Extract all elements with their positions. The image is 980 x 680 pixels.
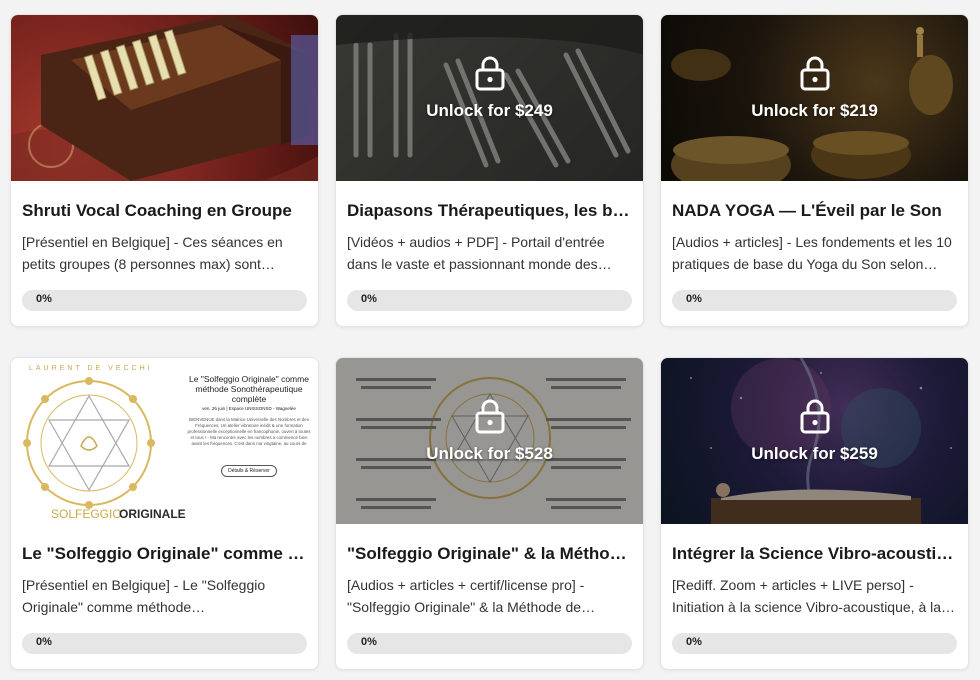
course-title[interactable]: Le "Solfeggio Originale" comme méthode bbox=[22, 543, 307, 565]
progress-label: 0% bbox=[361, 293, 377, 305]
course-card[interactable]: Unlock for $249 Diapasons Thérapeutiques… bbox=[335, 14, 644, 327]
harmonium-image bbox=[11, 15, 318, 181]
padlock-icon bbox=[475, 55, 505, 91]
unlock-price[interactable]: Unlock for $528 bbox=[426, 444, 553, 464]
flyer-logo-top: SOLFEGGIO bbox=[51, 507, 122, 521]
progress-label: 0% bbox=[36, 293, 52, 305]
lock-overlay[interactable]: Unlock for $528 bbox=[336, 398, 643, 464]
flyer-heading: Le "Solfeggio Originale" comme méthode S… bbox=[189, 374, 309, 404]
course-thumbnail: Unlock for $249 bbox=[336, 15, 643, 181]
progress-bar: 0% bbox=[22, 290, 307, 311]
course-title[interactable]: Diapasons Thérapeutiques, les bases bbox=[347, 200, 632, 222]
course-title[interactable]: Shruti Vocal Coaching en Groupe bbox=[22, 200, 307, 222]
course-description: [Présentiel en Belgique] - Ces séances e… bbox=[22, 234, 283, 272]
progress-bar: 0% bbox=[347, 290, 632, 311]
progress-label: 0% bbox=[361, 636, 377, 648]
course-card[interactable]: Unlock for $259 Intégrer la Science Vibr… bbox=[660, 357, 969, 670]
progress-bar: 0% bbox=[347, 633, 632, 654]
course-title[interactable]: Intégrer la Science Vibro-acoustique bbox=[672, 543, 957, 565]
padlock-icon bbox=[475, 398, 505, 434]
course-card[interactable]: Unlock for $528 "Solfeggio Originale" & … bbox=[335, 357, 644, 670]
progress-label: 0% bbox=[686, 636, 702, 648]
course-card[interactable]: LAURENT DE VECCHI SOLFEGGIO ORIGINALE Le… bbox=[10, 357, 319, 670]
lock-overlay[interactable]: Unlock for $249 bbox=[336, 55, 643, 121]
padlock-icon bbox=[800, 398, 830, 434]
flyer-author: LAURENT DE VECCHI bbox=[29, 365, 153, 372]
course-title[interactable]: "Solfeggio Originale" & la Méthode de ca… bbox=[347, 543, 632, 565]
flyer-body: BIENVENUE dans la Matrice Universelle de… bbox=[187, 417, 311, 446]
progress-bar: 0% bbox=[672, 290, 957, 311]
course-description: [Rediff. Zoom + articles + LIVE perso] -… bbox=[672, 577, 956, 615]
course-grid: Shruti Vocal Coaching en Groupe [Présent… bbox=[10, 14, 969, 670]
course-description: [Audios + articles] - Les fondements et … bbox=[672, 234, 952, 272]
flyer-logo-bottom: ORIGINALE bbox=[119, 507, 186, 521]
progress-bar: 0% bbox=[672, 633, 957, 654]
course-card[interactable]: Shruti Vocal Coaching en Groupe [Présent… bbox=[10, 14, 319, 327]
unlock-price[interactable]: Unlock for $259 bbox=[751, 444, 878, 464]
course-thumbnail: Unlock for $259 bbox=[661, 358, 968, 524]
course-description: [Vidéos + audios + PDF] - Portail d'entr… bbox=[347, 234, 612, 272]
unlock-price[interactable]: Unlock for $219 bbox=[751, 101, 878, 121]
progress-bar: 0% bbox=[22, 633, 307, 654]
lock-overlay[interactable]: Unlock for $219 bbox=[661, 55, 968, 121]
course-thumbnail bbox=[11, 15, 318, 181]
progress-label: 0% bbox=[686, 293, 702, 305]
course-thumbnail: Unlock for $528 bbox=[336, 358, 643, 524]
solfeggio-flyer-image: LAURENT DE VECCHI SOLFEGGIO ORIGINALE Le… bbox=[11, 358, 318, 524]
course-description: [Présentiel en Belgique] - Le "Solfeggio… bbox=[22, 577, 266, 615]
course-thumbnail: LAURENT DE VECCHI SOLFEGGIO ORIGINALE Le… bbox=[11, 358, 318, 524]
course-thumbnail: Unlock for $219 bbox=[661, 15, 968, 181]
unlock-price[interactable]: Unlock for $249 bbox=[426, 101, 553, 121]
course-description: [Audios + articles + certif/license pro]… bbox=[347, 577, 585, 615]
flyer-date: ven. 26 juin | Espace UNISSONSD - Wagnel… bbox=[202, 406, 296, 411]
course-card[interactable]: Unlock for $219 NADA YOGA — L'Éveil par … bbox=[660, 14, 969, 327]
lock-overlay[interactable]: Unlock for $259 bbox=[661, 398, 968, 464]
progress-label: 0% bbox=[36, 636, 52, 648]
padlock-icon bbox=[800, 55, 830, 91]
flyer-details-button[interactable]: Détails & Réserver bbox=[221, 465, 277, 477]
course-title[interactable]: NADA YOGA — L'Éveil par le Son bbox=[672, 200, 957, 222]
